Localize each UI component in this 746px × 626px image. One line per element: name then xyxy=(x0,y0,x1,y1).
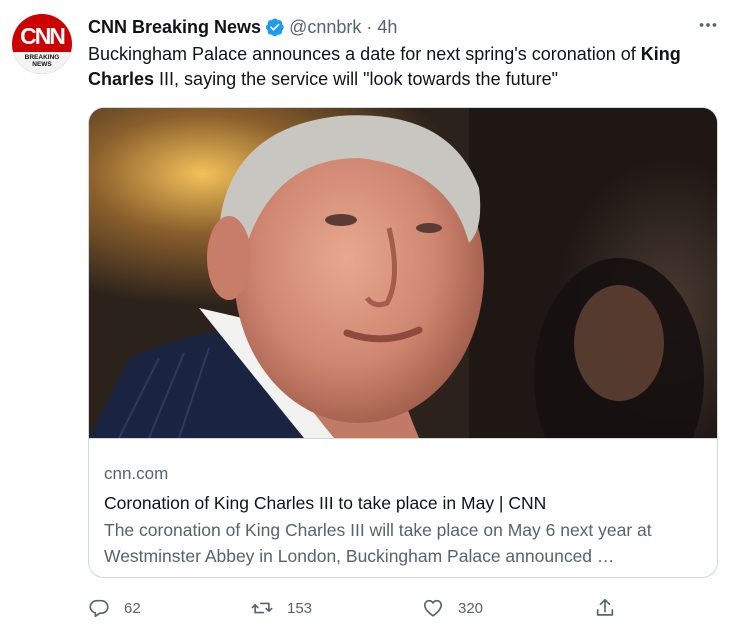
tweet-text: Buckingham Palace announces a date for n… xyxy=(88,42,728,92)
retweet-icon xyxy=(251,602,273,614)
author-name[interactable]: CNN Breaking News xyxy=(88,17,261,38)
tweet-text-part-a: Buckingham Palace announces a date for n… xyxy=(88,44,641,64)
retweet-button[interactable]: 153 xyxy=(251,594,312,622)
avatar-logo-text: CNN xyxy=(20,23,66,49)
reply-icon xyxy=(89,599,109,618)
more-dots-icon xyxy=(699,23,717,27)
link-card[interactable]: cnn.com Coronation of King Charles III t… xyxy=(88,107,718,578)
more-horizontal-icon[interactable] xyxy=(694,14,722,38)
share-icon xyxy=(596,598,614,616)
reply-count: 62 xyxy=(124,599,141,617)
heart-icon xyxy=(423,599,443,617)
tweet-text-part-c: III, saying the service will "look towar… xyxy=(154,69,559,89)
avatar[interactable]: CNN BREAKING NEWS xyxy=(12,14,72,74)
photo-illustration xyxy=(89,108,717,438)
reply-button[interactable]: 62 xyxy=(88,594,141,622)
verified-badge-icon xyxy=(266,18,284,37)
tweet-actions: 62 153 320 xyxy=(88,594,728,622)
card-photo[interactable] xyxy=(89,108,717,439)
separator-dot: · xyxy=(366,16,373,37)
retweet-count: 153 xyxy=(287,599,313,617)
card-body: cnn.com Coronation of King Charles III t… xyxy=(104,462,705,569)
timestamp[interactable]: 4h xyxy=(377,17,397,38)
card-title[interactable]: Coronation of King Charles III to take p… xyxy=(104,491,705,515)
like-count: 320 xyxy=(458,599,484,617)
tweet-header: CNN Breaking News @cnnbrk · 4h xyxy=(88,16,397,38)
share-button[interactable] xyxy=(594,594,616,622)
avatar-line1: BREAKING xyxy=(24,54,60,61)
avatar-subtitle: BREAKING NEWS xyxy=(12,54,72,68)
avatar-line2: NEWS xyxy=(32,61,52,68)
like-button[interactable]: 320 xyxy=(422,594,483,622)
author-handle[interactable]: @cnnbrk xyxy=(289,17,361,38)
card-domain: cnn.com xyxy=(104,464,169,483)
card-description: The coronation of King Charles III will … xyxy=(104,520,652,566)
